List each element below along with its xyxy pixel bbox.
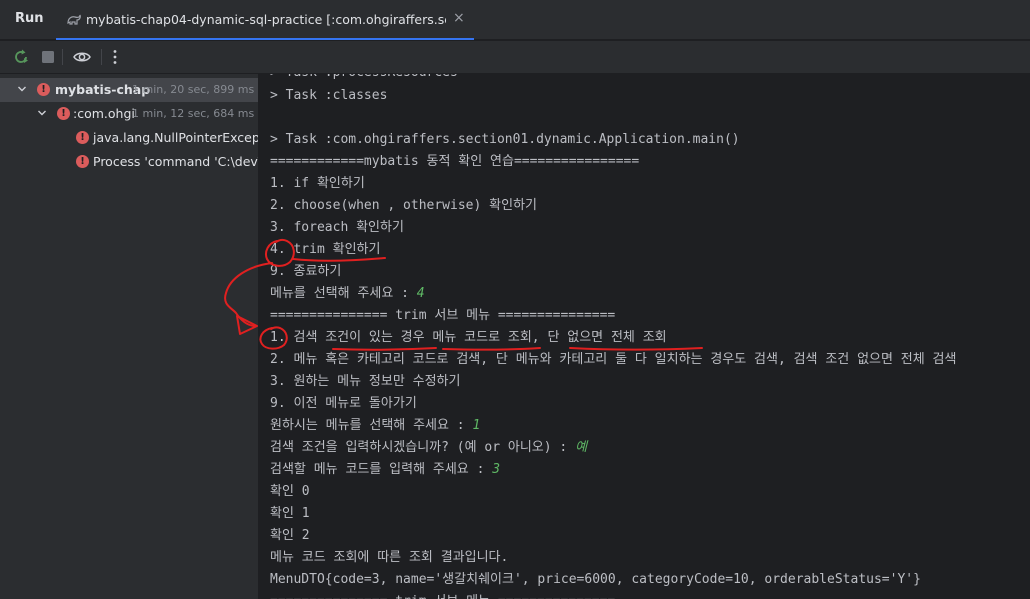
stop-icon[interactable] [38,47,58,67]
tree-item-duration: 1 min, 20 sec, 899 ms [132,83,255,96]
console-user-input: 예 [575,440,588,455]
console-line: ============mybatis 동적 확인 연습============… [270,154,640,169]
gradle-icon [67,14,81,25]
more-icon[interactable] [105,47,125,67]
console-line: 메뉴를 선택해 주세요 : 4 [270,283,425,305]
console-line: > Task :classes [270,88,388,103]
error-icon: ! [57,107,70,120]
tree-item-label: :com.ohgi [73,106,135,121]
console-line: MenuDTO{code=3, name='생갈치쉐이크', price=600… [270,572,921,587]
tree-item-label: java.lang.NullPointerException: [93,130,258,145]
console-prompt: 검색 조건을 입력하시겠습니까? (예 or 아니오) : [270,440,576,455]
console-prompt: 검색할 메뉴 코드를 입력해 주세요 : [270,462,493,477]
run-toolbar [0,41,1030,73]
tree-item-label: Process 'command 'C:\dev\ja [93,154,259,169]
error-icon: ! [37,83,50,96]
console-output[interactable]: > Task :processResources > Task :classes… [260,74,1030,599]
console-line: 9. 이전 메뉴로 돌아가기 [270,396,417,411]
toolbar-separator [101,49,102,65]
error-icon: ! [76,131,89,144]
console-line: 2. choose(when , otherwise) 확인하기 [270,198,537,213]
tree-item-process[interactable]: ! Process 'command 'C:\dev\ja [0,150,259,174]
console-prompt: 원하시는 메뉴를 선택해 주세요 : [270,418,473,433]
console-line: 3. foreach 확인하기 [270,220,404,235]
run-configuration-tab[interactable]: mybatis-chap04-dynamic-sql-practice [:co… [56,0,474,40]
tree-item-exception[interactable]: ! java.lang.NullPointerException: [0,126,258,150]
console-user-input: 1 [472,418,481,433]
rerun-icon[interactable] [11,47,31,67]
console-line: =============== trim 서브 메뉴 =============… [270,308,616,323]
tree-item-task[interactable]: ! :com.ohgi 1 min, 12 sec, 684 ms [0,102,258,126]
console-user-input: 4 [416,286,425,301]
console-line: 메뉴 코드 조회에 따른 조회 결과입니다. [270,550,509,565]
console-user-input: 3 [492,462,501,477]
console-line: > Task :processResources [270,74,458,84]
console-line: 확인 1 [270,506,310,521]
tab-title: mybatis-chap04-dynamic-sql-practice [:co… [86,12,446,27]
console-prompt: 메뉴를 선택해 주세요 : [270,286,417,301]
console-line: 1. 검색 조건이 있는 경우 메뉴 코드로 조회, 단 없으면 전체 조회 [270,330,667,345]
close-tab-icon[interactable]: × [453,10,465,26]
console-line: 1. if 확인하기 [270,176,365,191]
run-tree-panel: ! mybatis-chap 1 min, 20 sec, 899 ms ! :… [0,74,259,599]
console-line: 확인 2 [270,528,310,543]
console-line: 4. trim 확인하기 [270,242,381,257]
console-line: =============== trim 서브 메뉴 =============… [270,591,615,599]
toolbar-separator [62,49,63,65]
tree-item-duration: 1 min, 12 sec, 684 ms [132,107,255,120]
chevron-down-icon[interactable] [36,107,48,119]
eye-icon[interactable] [72,47,92,67]
console-line: 검색 조건을 입력하시겠습니까? (예 or 아니오) : 예 [270,437,587,459]
console-line: 검색할 메뉴 코드를 입력해 주세요 : 3 [270,459,500,481]
chevron-down-icon[interactable] [16,83,28,95]
run-tool-window-title: Run [15,11,44,26]
error-icon: ! [76,155,89,168]
console-line: 확인 0 [270,484,310,499]
run-tool-window-header: Run mybatis-chap04-dynamic-sql-practice … [0,0,1030,40]
console-line: 9. 종료하기 [270,264,342,279]
console-line: > Task :com.ohgiraffers.section01.dynami… [270,132,740,147]
tree-item-root[interactable]: ! mybatis-chap 1 min, 20 sec, 899 ms [0,78,258,102]
console-line: 원하시는 메뉴를 선택해 주세요 : 1 [270,415,480,437]
console-line: 3. 원하는 메뉴 정보만 수정하기 [270,374,461,389]
console-line: 2. 메뉴 혹은 카테고리 코드로 검색, 단 메뉴와 카테고리 둘 다 일치하… [270,352,957,367]
